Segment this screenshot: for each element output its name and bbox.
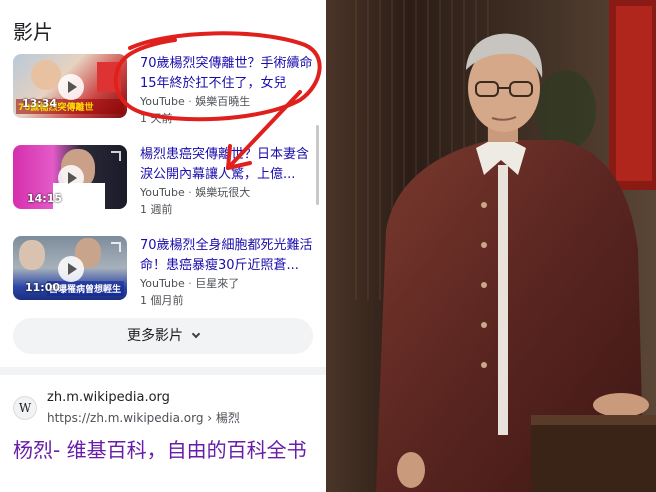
chevron-down-icon	[191, 329, 201, 339]
video-title-link[interactable]: 70歲楊烈突傳離世？手術續命15年終於扛不住了，女兒	[140, 54, 313, 94]
portrait-illustration	[326, 0, 656, 492]
play-icon	[58, 74, 84, 100]
videos-section-title: 影片	[13, 20, 53, 44]
scrollbar[interactable]	[316, 125, 319, 205]
wiki-url: https://zh.m.wikipedia.org › 楊烈	[47, 411, 240, 425]
wiki-url-crumb: 楊烈	[215, 411, 240, 425]
more-videos-label: 更多影片	[127, 328, 183, 344]
video-title-link[interactable]: 70歲楊烈全身細胞都死光難活命！患癌暴瘦30斤近照蒼...	[140, 236, 313, 276]
wiki-title-link[interactable]: 杨烈- 维基百科，自由的百科全书	[13, 437, 318, 464]
play-icon	[58, 165, 84, 191]
video-title-link[interactable]: 楊烈患癌突傳離世？日本妻含淚公開內幕讓人驚，上億...	[140, 145, 313, 185]
video-age: 1 週前	[140, 203, 173, 216]
video-source: YouTube · 娛樂玩很大	[140, 186, 251, 199]
video-result[interactable]: 自曝罹病曾想輕生 11:00 70歲楊烈全身細胞都死光難活命！患癌暴瘦30斤近照…	[13, 236, 313, 308]
section-divider	[0, 367, 326, 375]
more-videos-button[interactable]: 更多影片	[13, 318, 313, 354]
video-platform: YouTube	[140, 95, 185, 108]
video-channel: 巨星來了	[195, 277, 240, 290]
play-icon	[58, 256, 84, 282]
video-channel: 娛樂百曉生	[195, 95, 251, 108]
video-duration: 14:15	[27, 192, 63, 205]
video-duration: 11:00	[25, 281, 61, 294]
video-source: YouTube · 巨星來了	[140, 277, 240, 290]
wiki-url-base: https://zh.m.wikipedia.org	[47, 411, 204, 425]
video-duration: 13:34	[22, 97, 58, 110]
video-thumbnail[interactable]: 14:15	[13, 145, 127, 209]
wikipedia-icon: W	[13, 396, 37, 420]
video-thumbnail[interactable]: 自曝罹病曾想輕生 11:00	[13, 236, 127, 300]
video-source: YouTube · 娛樂百曉生	[140, 95, 251, 108]
video-channel: 娛樂玩很大	[195, 186, 251, 199]
search-results-panel: 影片 70歲楊烈突傳離世 13:34 70歲楊烈突傳離世？手術續命15年終於扛不…	[0, 0, 326, 492]
video-platform: YouTube	[140, 277, 185, 290]
expand-icon	[111, 242, 121, 252]
video-platform: YouTube	[140, 186, 185, 199]
video-thumbnail[interactable]: 70歲楊烈突傳離世 13:34	[13, 54, 127, 118]
video-age: 1 天前	[140, 112, 173, 125]
expand-icon	[111, 151, 121, 161]
wiki-site-name[interactable]: zh.m.wikipedia.org	[47, 390, 170, 405]
video-result[interactable]: 70歲楊烈突傳離世 13:34 70歲楊烈突傳離世？手術續命15年終於扛不住了，…	[13, 54, 313, 126]
portrait-photo	[326, 0, 656, 492]
video-result[interactable]: 14:15 楊烈患癌突傳離世？日本妻含淚公開內幕讓人驚，上億... YouTub…	[13, 145, 313, 217]
video-age: 1 個月前	[140, 294, 184, 307]
